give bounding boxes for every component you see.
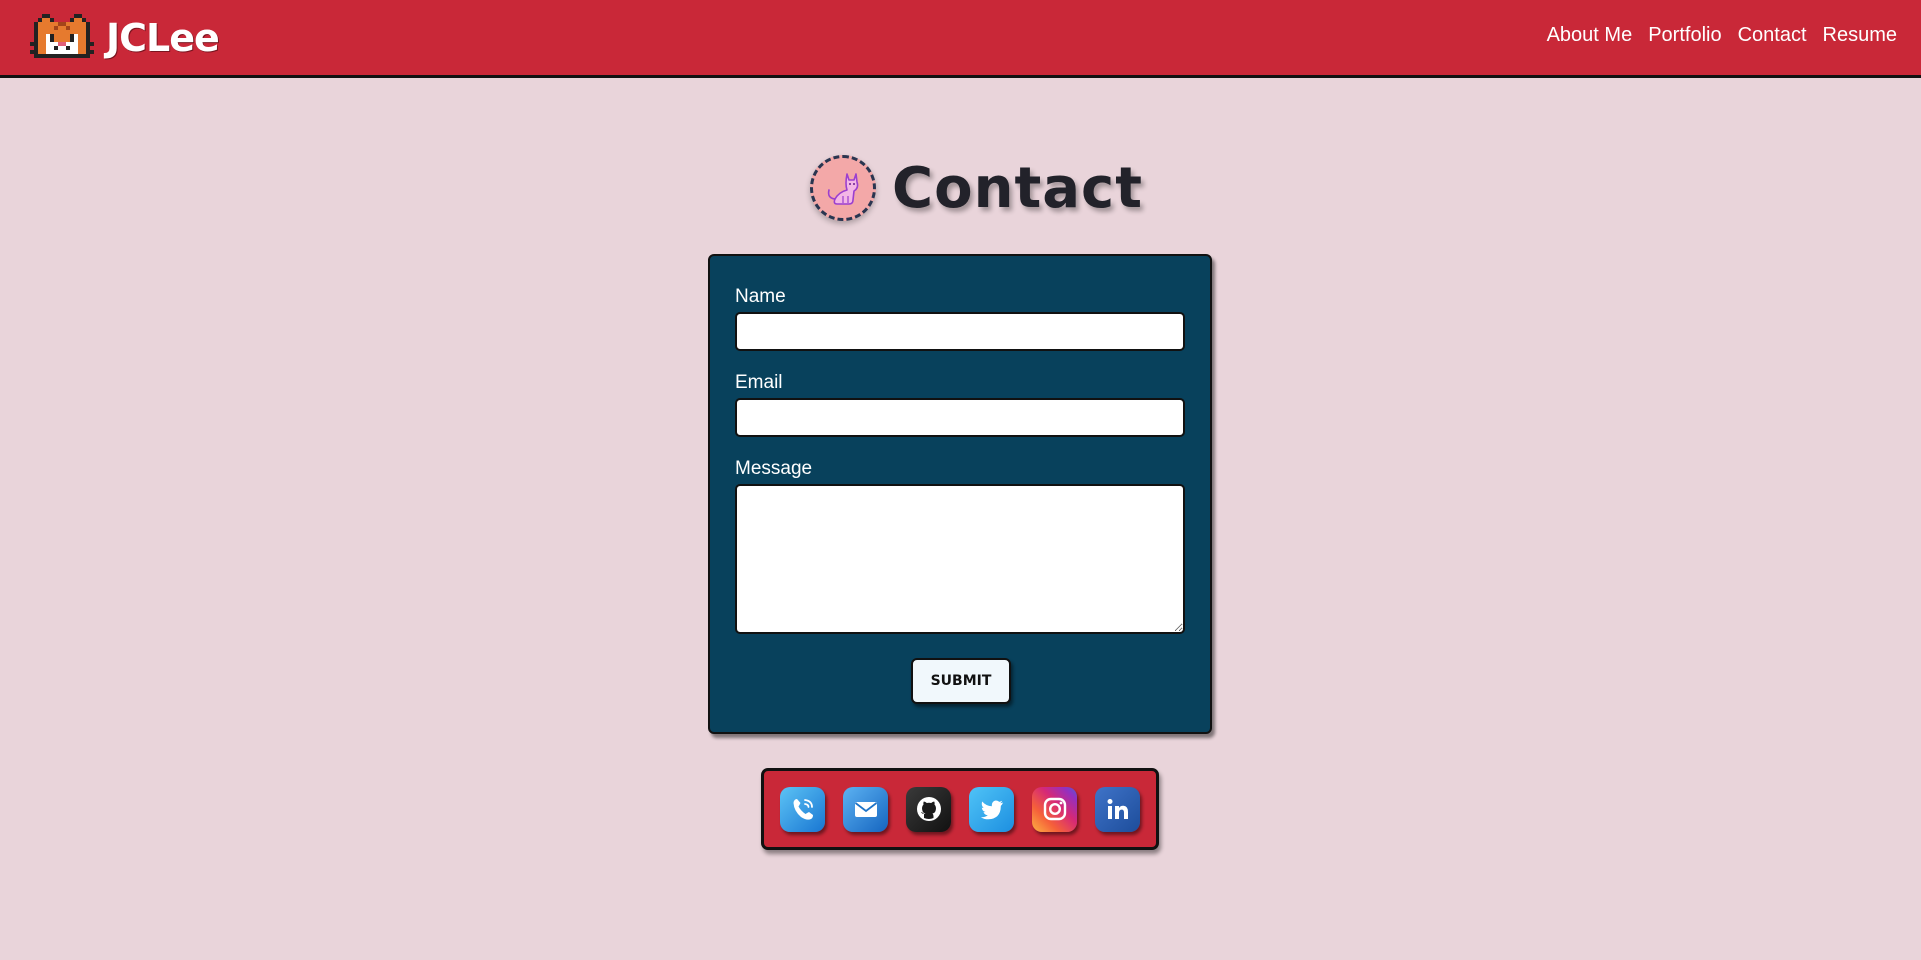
message-field[interactable] <box>735 484 1185 634</box>
phone-icon[interactable] <box>780 786 825 832</box>
nav-link-resume[interactable]: Resume <box>1823 24 1897 47</box>
navbar: JCLee About Me Portfolio Contact Resume <box>0 0 1921 78</box>
brand-name: JCLee <box>106 16 220 60</box>
name-label: Name <box>735 286 786 307</box>
nav-links: About Me Portfolio Contact Resume <box>1547 24 1897 47</box>
social-links-bar <box>761 768 1159 850</box>
twitter-icon[interactable] <box>969 786 1014 832</box>
pink-cat-icon <box>810 155 876 221</box>
instagram-icon[interactable] <box>1032 786 1077 832</box>
email-field[interactable] <box>735 398 1185 437</box>
submit-button[interactable]: SUBMIT <box>911 658 1011 704</box>
email-label: Email <box>735 372 783 393</box>
email-icon[interactable] <box>843 786 888 832</box>
message-label: Message <box>735 458 813 479</box>
page-heading: Contact <box>810 150 1143 226</box>
contact-form: Name Email Message SUBMIT <box>708 254 1212 734</box>
nav-link-contact[interactable]: Contact <box>1738 24 1807 47</box>
brand[interactable]: JCLee <box>30 10 220 66</box>
name-field[interactable] <box>735 312 1185 351</box>
github-icon[interactable] <box>906 786 951 832</box>
nav-link-portfolio[interactable]: Portfolio <box>1648 24 1721 47</box>
pixel-cat-logo <box>30 14 94 58</box>
linkedin-icon[interactable] <box>1095 786 1140 832</box>
nav-link-about-me[interactable]: About Me <box>1547 24 1633 47</box>
page-title: Contact <box>892 155 1143 221</box>
